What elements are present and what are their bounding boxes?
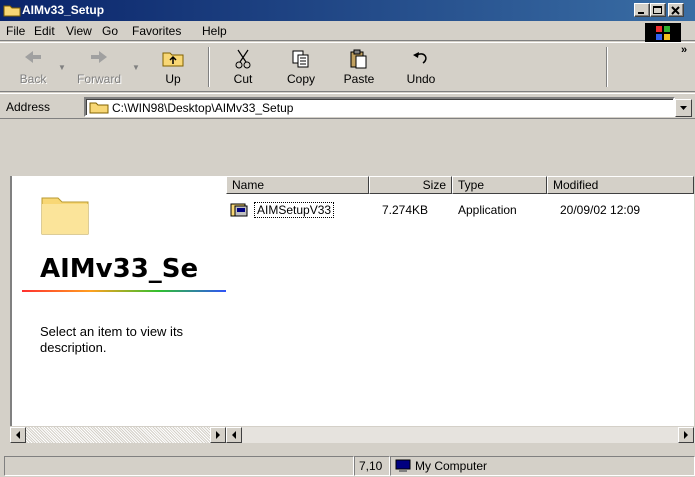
back-button[interactable]: Back — [4, 45, 62, 89]
scissors-icon — [233, 49, 253, 72]
back-arrow-icon — [23, 49, 43, 68]
minimize-button[interactable] — [634, 3, 650, 17]
up-button[interactable]: Up — [144, 45, 202, 89]
folder-title: AIMv33_Se — [40, 254, 199, 284]
status-panel-text — [4, 456, 354, 476]
menu-file[interactable]: File — [6, 24, 25, 38]
status-zone-panel: My Computer — [390, 456, 695, 476]
column-header-type[interactable]: Type — [452, 176, 547, 194]
folder-icon — [3, 3, 21, 17]
folder-icon — [89, 100, 109, 117]
address-dropdown-button[interactable] — [675, 99, 692, 117]
clipboard-icon — [349, 49, 369, 72]
status-bar: 7,10 My Computer — [0, 452, 695, 477]
column-header-modified[interactable]: Modified — [547, 176, 694, 194]
address-field[interactable]: C:\WIN98\Desktop\AIMv33_Setup — [84, 97, 675, 117]
address-value: C:\WIN98\Desktop\AIMv33_Setup — [112, 101, 294, 115]
forward-button[interactable]: Forward — [70, 45, 128, 89]
file-list[interactable]: Name Size Type Modified AIMSetupV33 7.27… — [226, 176, 694, 426]
menu-bar: File Edit View Go Favorites Help — [0, 21, 695, 41]
menu-favorites[interactable]: Favorites — [132, 24, 181, 38]
menu-edit[interactable]: Edit — [34, 24, 55, 38]
toolbar-separator — [606, 47, 608, 87]
item-description: Select an item to view its description. — [40, 324, 184, 355]
rainbow-divider — [22, 290, 228, 292]
scroll-right-button[interactable] — [210, 427, 226, 443]
left-pane-scrollbar[interactable] — [10, 426, 226, 443]
column-header-name[interactable]: Name — [226, 176, 369, 194]
copy-icon — [291, 49, 311, 72]
forward-arrow-icon — [89, 49, 109, 68]
close-button[interactable] — [668, 3, 684, 17]
table-row[interactable]: AIMSetupV33 7.274KB Application 20/09/02… — [226, 200, 694, 220]
forward-dropdown-icon[interactable]: ▼ — [132, 63, 140, 72]
address-bar: Address C:\WIN98\Desktop\AIMv33_Setup — [0, 93, 695, 119]
address-label: Address — [6, 100, 51, 114]
toolbar-separator — [208, 47, 210, 87]
folder-info-pane: AIMv33_Se Select an item to view its des… — [10, 176, 228, 426]
menu-help[interactable]: Help — [202, 24, 227, 38]
file-list-scrollbar[interactable] — [226, 426, 695, 443]
status-size: 7,10 — [354, 456, 390, 476]
toolbar-more-chevron-icon[interactable]: » — [681, 44, 687, 56]
toolbar: Back ▼ Forward ▼ Up Cut Copy Paste Undo — [0, 42, 695, 92]
back-dropdown-icon[interactable]: ▼ — [58, 63, 66, 72]
file-name[interactable]: AIMSetupV33 — [254, 202, 335, 218]
scroll-right-button[interactable] — [678, 427, 694, 443]
up-folder-icon — [162, 49, 184, 70]
computer-icon — [395, 459, 411, 476]
undo-icon — [411, 49, 431, 70]
windows-logo-icon — [645, 23, 681, 43]
undo-button[interactable]: Undo — [392, 45, 450, 89]
menu-view[interactable]: View — [66, 24, 92, 38]
file-size: 7.274KB — [382, 203, 429, 217]
title-bar[interactable]: AIMv33_Setup — [0, 0, 695, 21]
file-type: Application — [458, 203, 517, 217]
menu-go[interactable]: Go — [102, 24, 118, 38]
scroll-left-button[interactable] — [226, 427, 242, 443]
maximize-button[interactable] — [650, 3, 666, 17]
installer-icon — [230, 202, 252, 221]
zone-label: My Computer — [415, 459, 488, 473]
copy-button[interactable]: Copy — [272, 45, 330, 89]
column-header-size[interactable]: Size — [369, 176, 452, 194]
file-modified: 20/09/02 12:09 — [560, 203, 641, 217]
scroll-left-button[interactable] — [10, 427, 26, 443]
cut-button[interactable]: Cut — [214, 45, 272, 89]
paste-button[interactable]: Paste — [330, 45, 388, 89]
large-folder-icon — [40, 192, 90, 239]
window-title: AIMv33_Setup — [22, 3, 105, 17]
